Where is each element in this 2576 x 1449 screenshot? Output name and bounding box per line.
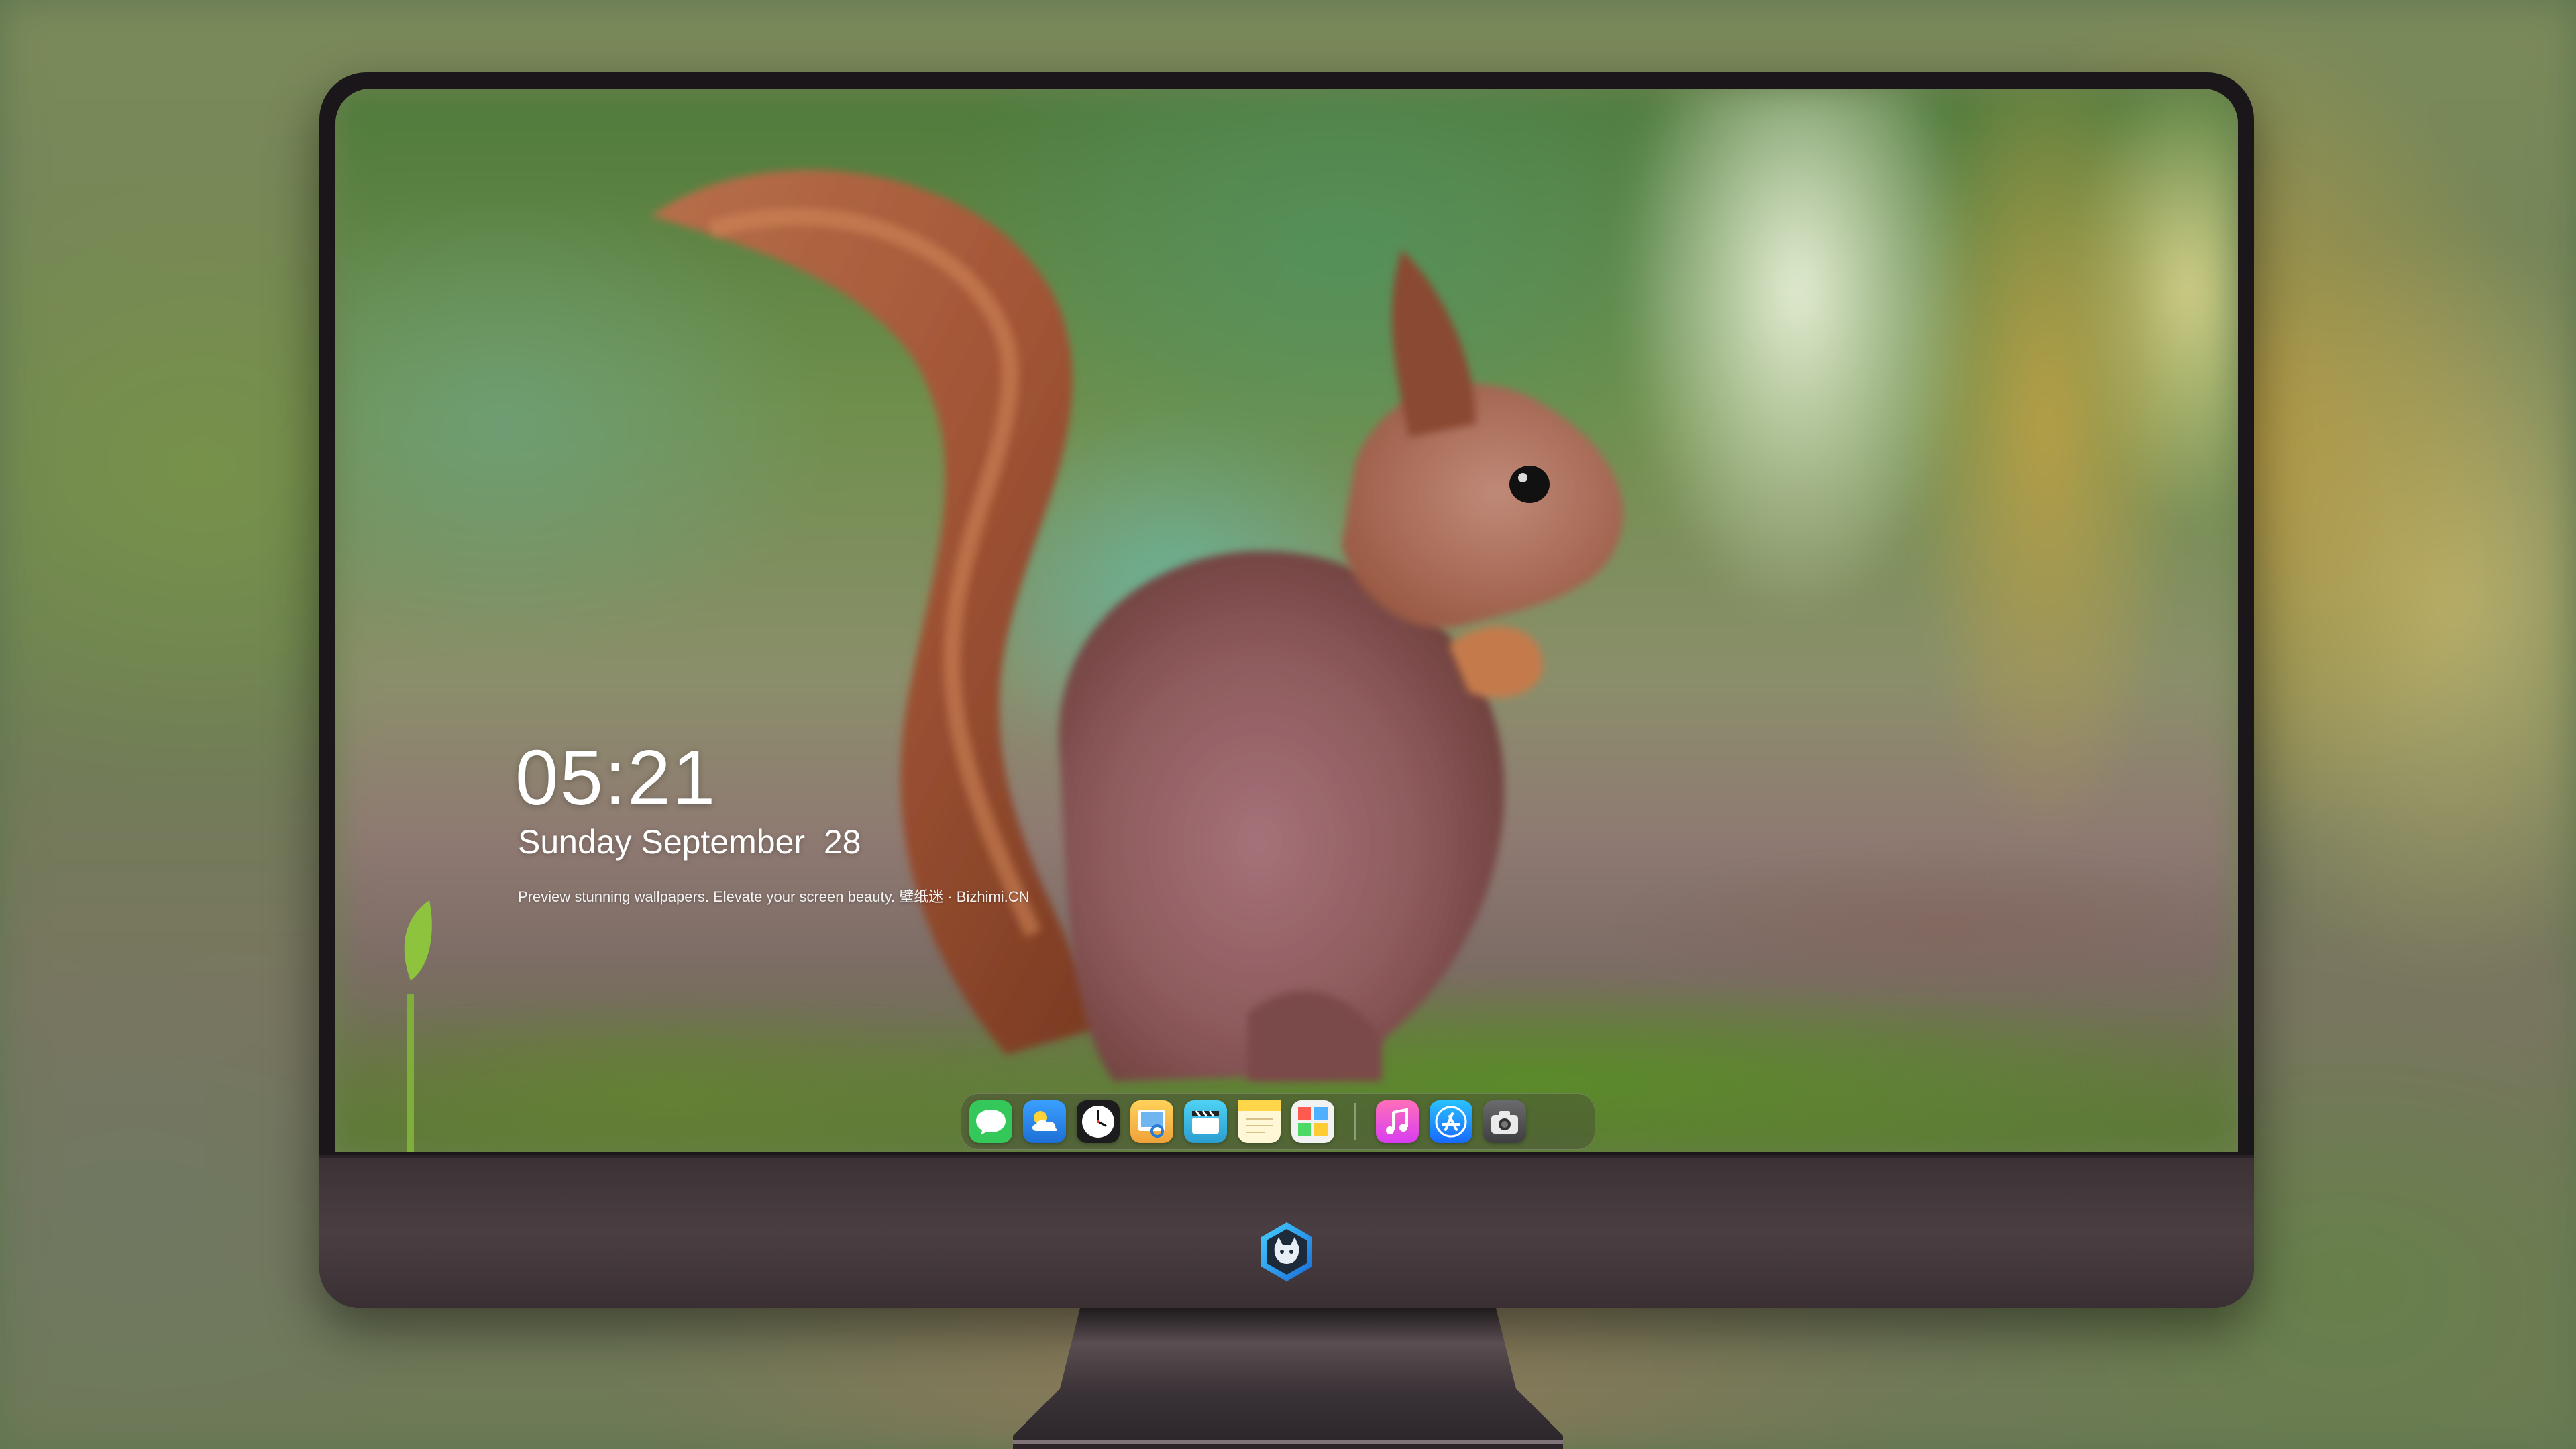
- monitor-chin: [319, 1155, 2254, 1308]
- weather-icon[interactable]: [1023, 1100, 1066, 1143]
- notes-icon[interactable]: [1238, 1100, 1281, 1143]
- camera-icon[interactable]: [1483, 1100, 1526, 1143]
- lockscreen-time: 05:21: [515, 734, 717, 821]
- brand-logo: [1261, 1222, 1312, 1281]
- squirrel-wallpaper-illustration: [404, 170, 1623, 1152]
- video-clapper-icon[interactable]: [1184, 1100, 1227, 1143]
- monitor-stand: [1013, 1308, 1563, 1449]
- dock-separator: [1354, 1103, 1356, 1140]
- screen: 05:21 Sunday September 28 Preview stunni…: [335, 89, 2238, 1152]
- clock-icon[interactable]: [1077, 1100, 1120, 1143]
- lockscreen-date: Sunday September 28: [518, 823, 861, 861]
- app-store-icon[interactable]: [1430, 1100, 1472, 1143]
- lockscreen-tagline: Preview stunning wallpapers. Elevate you…: [518, 888, 1030, 905]
- messages-icon[interactable]: [969, 1100, 1012, 1143]
- photo-booth-icon[interactable]: [1291, 1100, 1334, 1143]
- preview-icon[interactable]: [1130, 1100, 1173, 1143]
- monitor: 05:21 Sunday September 28 Preview stunni…: [319, 72, 2254, 1308]
- music-icon[interactable]: [1376, 1100, 1419, 1143]
- dock: [961, 1093, 1595, 1150]
- desktop-stage: 05:21 Sunday September 28 Preview stunni…: [0, 0, 2576, 1449]
